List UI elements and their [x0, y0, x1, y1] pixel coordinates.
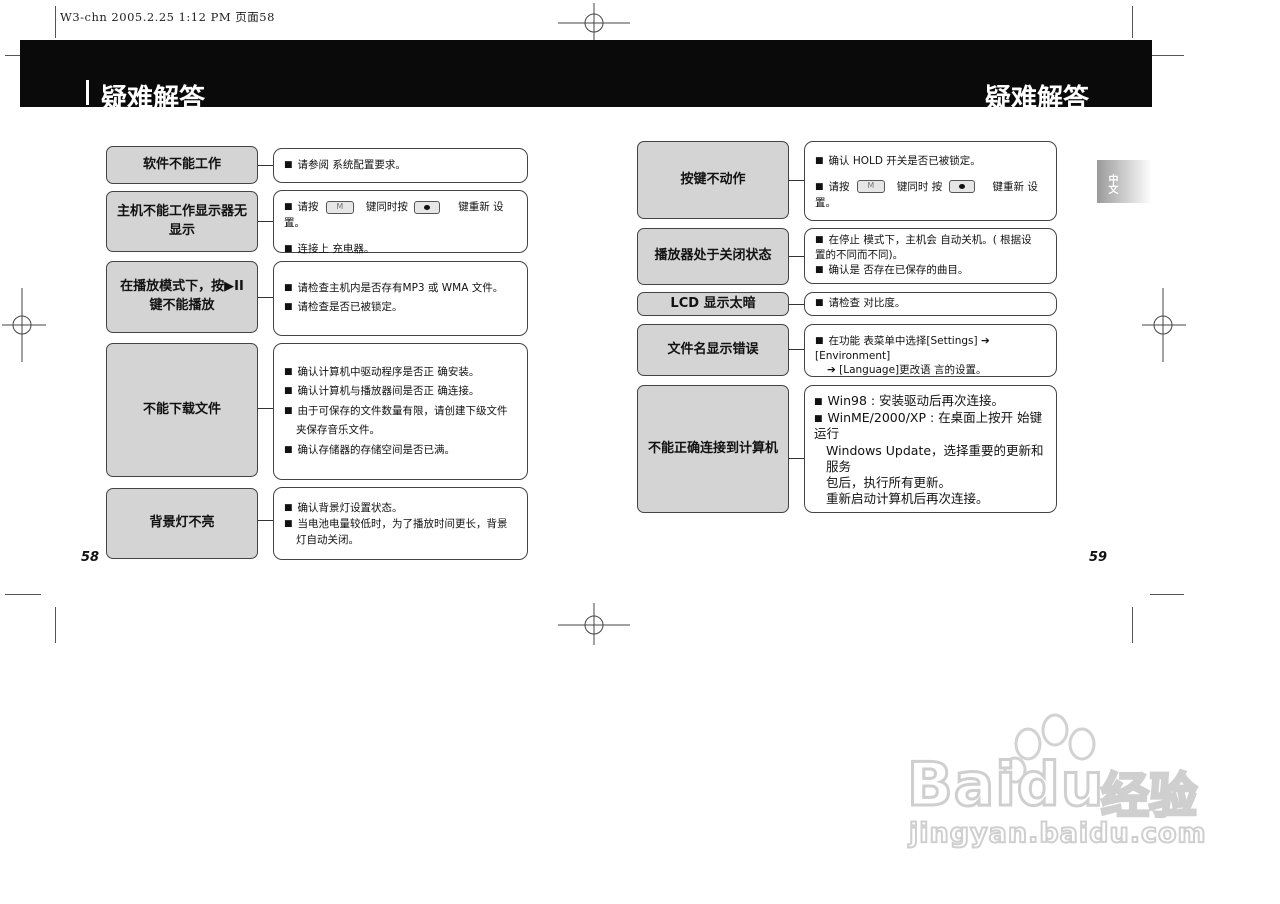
- answer-box: ■ 确认 HOLD 开关是否已被锁定。 ■ 请按 M 键同时 按 键重新 设置。: [804, 141, 1057, 221]
- menu-key-icon: M: [325, 200, 354, 214]
- answer-continuation: Windows Update，选择重要的更新和服务: [826, 442, 1044, 474]
- answer-item: ■ 由于可保存的文件数量有限，请创建下级文件: [284, 404, 508, 417]
- answer-continuation: 置的不同而不同)。: [815, 249, 904, 262]
- answer-item: ■ 确认计算机中驱动程序是否正 确安装。: [284, 366, 480, 378]
- answer-box: ■ 请检查主机内是否存有MP3 或 WMA 文件。 ■ 请检查是否已被锁定。: [273, 261, 528, 336]
- answer-box: ■ 请按 M 键同时按 键重新 设置。 ■ 连接上 充电器。: [273, 190, 528, 255]
- topic-label: 不能正确连接到计算机: [647, 440, 778, 456]
- connector-line: [789, 458, 804, 459]
- answer-continuation: 重新启动计算机后再次连接。: [826, 491, 989, 507]
- registration-mark-bottom: [558, 603, 630, 645]
- connector-line: [258, 520, 273, 521]
- page-title-right: 疑难解答: [985, 84, 1090, 114]
- answer-box: ■ Win98 : 安装驱动后再次连接。 ■ WinME/2000/XP : 在桌面…: [804, 385, 1057, 513]
- crop-mark: [5, 594, 41, 595]
- answer-item: ■ 确认存储器的存储空间是否已满。: [284, 443, 456, 456]
- topic-box: 主机不能工作显示器无显示: [106, 191, 258, 252]
- answer-item: ■ 确认 HOLD 开关是否已被锁定。: [815, 155, 981, 167]
- connector-line: [789, 180, 804, 181]
- topic-box: 文件名显示错误: [637, 324, 789, 376]
- answer-item: ■ 在功能 表菜单中选择[Settings] ➔ [Environment]: [815, 335, 990, 362]
- play-key-icon: [948, 180, 975, 194]
- registration-mark-left: [2, 288, 46, 362]
- connector-line: [789, 349, 804, 350]
- page-title-left: 疑难解答: [101, 84, 206, 114]
- print-header: W3-chn 2005.2.25 1:12 PM 页面58: [60, 10, 275, 24]
- answer-continuation: ➔ [Language]更改语 言的设置。: [827, 364, 987, 377]
- answer-box: ■ 在停止 模式下，主机会 自动关机。( 根据设 置的不同而不同)。 ■ 确认是 否…: [804, 228, 1057, 284]
- topic-box: 播放器处于关闭状态: [637, 228, 789, 285]
- topic-label: LCD 显示太暗: [670, 295, 756, 311]
- topic-label: 不能下载文件: [142, 401, 221, 417]
- answer-box: ■ 在功能 表菜单中选择[Settings] ➔ [Environment] ➔ …: [804, 324, 1057, 377]
- answer-item: ■ 连接上 充电器。: [284, 242, 375, 255]
- answer-item: ■ 确认背景灯设置状态。: [284, 502, 403, 514]
- connector-line: [258, 408, 273, 409]
- answer-box: ■ 确认计算机中驱动程序是否正 确安装。 ■ 确认计算机与播放器间是否正 确连接。 …: [273, 343, 528, 480]
- topic-label: 背景灯不亮: [149, 515, 215, 531]
- language-tab-label: 中文: [1106, 174, 1117, 194]
- answer-box: ■ 确认背景灯设置状态。 ■ 当电池电量较低时，为了播放时间更长，背景 灯自动关闭。: [273, 487, 528, 560]
- answer-item: ■ 在停止 模式下，主机会 自动关机。( 根据设: [815, 234, 1032, 246]
- watermark-url: jingyan.baidu.com: [908, 817, 1207, 850]
- watermark-brand: Baidu: [905, 749, 1105, 822]
- connector-line: [258, 165, 273, 166]
- answer-continuation: 包后，执行所有更新。: [826, 475, 952, 491]
- topic-box: 不能下载文件: [106, 343, 258, 477]
- connector-line: [789, 256, 804, 257]
- topic-label: 播放器处于关闭状态: [654, 248, 772, 264]
- play-key-icon: [414, 200, 441, 214]
- answer-item: ■ 请参阅 系统配置要求。: [284, 159, 406, 171]
- answer-item: ■ 请按 M 键同时按 键重新 设置。: [284, 200, 504, 229]
- topic-box: 在播放模式下，按▶II 键不能播放: [106, 261, 258, 333]
- topic-label: 主机不能工作显示器无显示: [116, 203, 247, 238]
- answer-box: ■ 请检查 对比度。: [804, 292, 1057, 316]
- baidu-watermark: Baidu 经验 jingyan.baidu.com: [905, 708, 1207, 858]
- connector-line: [789, 304, 804, 305]
- page-number-left: 58: [81, 550, 100, 565]
- crop-mark: [55, 6, 56, 38]
- topic-box: 软件不能工作: [106, 146, 258, 184]
- title-bar-accent: [86, 80, 89, 105]
- topic-box: 不能正确连接到计算机: [637, 385, 789, 513]
- connector-line: [258, 297, 273, 298]
- crop-mark: [1150, 594, 1184, 595]
- answer-item: ■ 请按 M 键同时 按 键重新 设置。: [815, 180, 1038, 209]
- answer-continuation: 夹保存音乐文件。: [296, 424, 380, 437]
- connector-line: [258, 221, 273, 222]
- crop-mark: [1132, 607, 1133, 643]
- topic-label: 软件不能工作: [142, 156, 221, 172]
- answer-item: ■ 请检查主机内是否存有MP3 或 WMA 文件。: [284, 282, 504, 294]
- page-number-right: 59: [1089, 550, 1108, 565]
- answer-item: ■ 确认计算机与播放器间是否正 确连接。: [284, 385, 480, 398]
- answer-item: ■ WinME/2000/XP : 在桌面上按开 始键运行: [814, 409, 1043, 442]
- registration-mark-right: [1142, 288, 1186, 362]
- menu-key-icon: M: [856, 180, 885, 194]
- topic-box: LCD 显示太暗: [637, 292, 789, 316]
- watermark-cn: 经验: [1099, 767, 1198, 826]
- answer-item: ■ 确认是 否存在已保存的曲目。: [815, 264, 969, 277]
- answer-item: ■ Win98 : 安装驱动后再次连接。: [814, 393, 1005, 408]
- answer-continuation: 灯自动关闭。: [296, 533, 359, 546]
- crop-mark: [1150, 55, 1184, 56]
- answer-box: ■ 请参阅 系统配置要求。: [273, 148, 528, 183]
- answer-item: ■ 请检查 对比度。: [815, 297, 906, 309]
- answer-item: ■ 请检查是否已被锁定。: [284, 300, 403, 313]
- topic-box: 背景灯不亮: [106, 488, 258, 559]
- topic-label: 在播放模式下，按▶II 键不能播放: [120, 279, 244, 313]
- topic-label: 文件名显示错误: [667, 341, 759, 357]
- topic-box: 按键不动作: [637, 141, 789, 219]
- answer-item: ■ 当电池电量较低时，为了播放时间更长，背景: [284, 517, 508, 530]
- language-tab: 中文: [1097, 160, 1152, 203]
- crop-mark: [1132, 6, 1133, 38]
- topic-label: 按键不动作: [680, 171, 746, 187]
- crop-mark: [55, 607, 56, 643]
